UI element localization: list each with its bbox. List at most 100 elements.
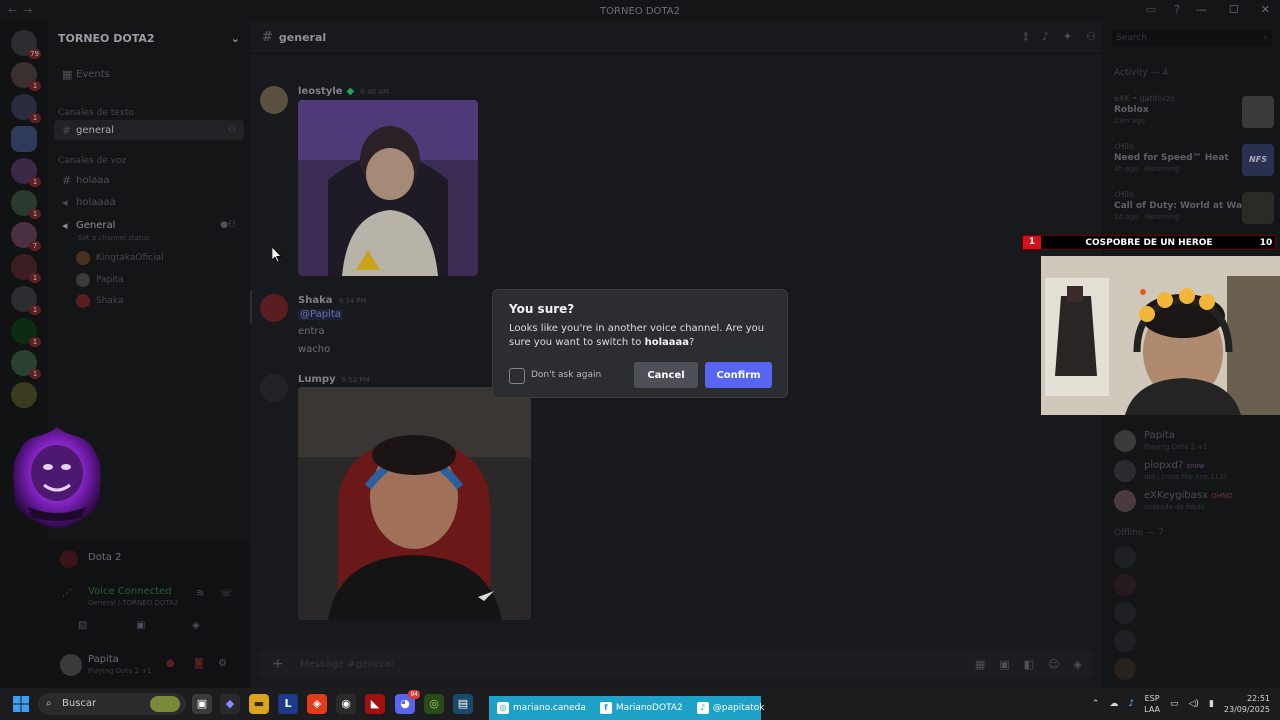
guild-header[interactable]: TORNEO DOTA2 ⌄	[48, 22, 250, 54]
social-facebook[interactable]: f MarianoDOTA2	[599, 702, 683, 714]
voice-user[interactable]: Shaka	[76, 292, 124, 310]
user-mention[interactable]: @Papita	[298, 309, 343, 320]
bell-icon[interactable]: ♪	[1042, 30, 1049, 44]
voice-user[interactable]: KingtakaOficial	[76, 249, 164, 267]
deafen-icon[interactable]: ◙	[194, 658, 204, 669]
voice-location[interactable]: General / TORNEO DOTA2	[88, 599, 178, 607]
server-icon[interactable]: 1	[11, 190, 41, 219]
channel-general[interactable]: # general ⚇	[54, 120, 244, 140]
chevron-up-icon[interactable]: ⌃	[1092, 699, 1100, 709]
activity-card[interactable]: eXK • gatitorzs Roblox 23m ago	[1114, 94, 1274, 138]
maximize-button[interactable]: ☐	[1229, 3, 1239, 16]
volume-icon[interactable]: ◁)	[1189, 699, 1199, 709]
pin-icon[interactable]: ✦	[1063, 30, 1072, 44]
server-icon[interactable]	[11, 382, 37, 408]
server-icon[interactable]: 1	[11, 254, 41, 283]
activities-icon[interactable]: ◈	[192, 620, 200, 631]
avatar[interactable]	[260, 294, 288, 322]
windows-start-icon[interactable]	[13, 696, 29, 712]
home-button[interactable]: 79	[11, 30, 41, 59]
channel-status[interactable]: Set a channel status	[78, 234, 150, 242]
server-icon[interactable]: 1	[11, 158, 41, 187]
member-item[interactable]: eXKeygibasx OHNO rodeada de fokas	[1114, 488, 1274, 516]
voice-user[interactable]: Papita	[76, 271, 124, 289]
server-icon-active[interactable]	[11, 126, 37, 152]
microphone-icon[interactable]: ♪	[1128, 699, 1134, 709]
apps-icon[interactable]: ◈	[1074, 658, 1082, 671]
member-item[interactable]	[1114, 544, 1274, 572]
minimize-button[interactable]: —	[1196, 3, 1207, 16]
voice-category[interactable]: Canales de voz	[58, 156, 126, 166]
onedrive-icon[interactable]: ☁	[1109, 699, 1118, 709]
server-icon[interactable]: 7	[11, 222, 41, 251]
voice-status[interactable]: Voice Connected	[88, 586, 172, 597]
voice-channel-holaaa[interactable]: # holaaa	[54, 170, 244, 190]
taskbar-search[interactable]: ⌕ Buscar	[38, 693, 186, 715]
social-tiktok[interactable]: ♪ @papitatok	[696, 702, 764, 714]
message-author[interactable]: leostyle ◆ 6:40 AM	[298, 86, 389, 97]
voice-channel-holaaaa[interactable]: ◂ holaaaa	[54, 192, 244, 212]
battery-icon[interactable]: ▮	[1209, 699, 1214, 709]
language-indicator[interactable]: ESP LAA	[1144, 693, 1160, 715]
text-category[interactable]: Canales de texto	[58, 108, 134, 118]
kick-server-icon[interactable]: 1	[11, 318, 41, 347]
member-item[interactable]	[1114, 628, 1274, 656]
brave-browser-icon[interactable]: ◈	[307, 694, 327, 714]
sticker-icon[interactable]: ◧	[1024, 658, 1034, 671]
user-name[interactable]: Papita	[88, 654, 119, 665]
gift-icon[interactable]: ▦	[975, 658, 985, 671]
noise-suppress-icon[interactable]: ≋	[196, 588, 204, 599]
chat-bubble-icon[interactable]: ●⚇	[220, 220, 236, 230]
help-icon[interactable]: ?	[1174, 3, 1180, 16]
server-icon[interactable]: 1	[11, 286, 41, 315]
emoji-icon[interactable]: ☺	[1048, 658, 1059, 671]
disconnect-icon[interactable]: ☏	[220, 588, 233, 599]
gif-icon[interactable]: ▣	[999, 658, 1009, 671]
obs-icon[interactable]: ◉	[336, 694, 356, 714]
screen-share-icon[interactable]: ▣	[136, 620, 145, 631]
message-image[interactable]	[298, 100, 478, 276]
settings-gear-icon[interactable]: ⚙	[218, 658, 227, 669]
message-author[interactable]: Shaka 9:34 PM	[298, 295, 367, 306]
avatar[interactable]	[260, 86, 288, 114]
message-author[interactable]: Lumpy 9:52 PM	[298, 374, 370, 385]
history-nav-icon[interactable]: ←→	[8, 4, 38, 17]
avatar[interactable]	[260, 374, 288, 402]
network-icon[interactable]: ▭	[1170, 699, 1179, 709]
cancel-button[interactable]: Cancel	[634, 362, 698, 388]
member-list-icon[interactable]: ⚇	[1086, 30, 1096, 44]
message-image[interactable]	[298, 387, 531, 620]
discord-icon[interactable]: ◕ 94	[395, 690, 420, 714]
add-member-icon[interactable]: ⚇	[228, 125, 236, 135]
user-avatar[interactable]	[60, 654, 82, 676]
camera-off-icon[interactable]: ▨	[78, 620, 87, 631]
mic-muted-icon[interactable]: ●	[166, 658, 175, 669]
app-l-icon[interactable]: L	[278, 694, 298, 714]
app-icon[interactable]: ◆	[220, 694, 240, 714]
message-composer[interactable]: + Message #general ▦ ▣ ◧ ☺ ◈	[260, 650, 1092, 678]
app-icon[interactable]: ◎	[424, 694, 444, 714]
threads-icon[interactable]: ⟟	[1024, 30, 1028, 44]
server-icon[interactable]: 1	[11, 94, 41, 123]
events-item[interactable]: ▦ Events	[54, 64, 244, 84]
activity-card[interactable]: cHilo Call of Duty: World at War 1d ago …	[1114, 190, 1274, 234]
member-item[interactable]	[1114, 572, 1274, 600]
server-icon[interactable]: 1	[11, 62, 41, 91]
dont-ask-label[interactable]: Don't ask again	[531, 370, 601, 380]
voice-channel-general[interactable]: ◂ General ●⚇	[54, 215, 244, 235]
member-item[interactable]: plopxd? snow did i cross the line.113)	[1114, 458, 1274, 486]
search-input[interactable]: Search ⌕	[1112, 30, 1272, 46]
member-item[interactable]	[1114, 656, 1274, 684]
server-icon[interactable]: 1	[11, 350, 41, 379]
task-view-icon[interactable]: ▣	[192, 694, 212, 714]
activity-card[interactable]: cHilo Need for Speed™ Heat 4h ago · Retu…	[1114, 142, 1274, 186]
inbox-icon[interactable]: ▭	[1146, 3, 1156, 16]
member-item[interactable]	[1114, 600, 1274, 628]
confirm-button[interactable]: Confirm	[705, 362, 772, 388]
member-item[interactable]: Papita Playing Dota 2 +1	[1114, 428, 1274, 456]
close-button[interactable]: ✕	[1261, 3, 1270, 16]
notepad-icon[interactable]: ▤	[453, 694, 473, 714]
file-explorer-icon[interactable]: ▬	[249, 694, 269, 714]
add-attachment-icon[interactable]: +	[272, 656, 284, 672]
taskbar-clock[interactable]: 22:51 23/09/2025	[1224, 693, 1270, 715]
